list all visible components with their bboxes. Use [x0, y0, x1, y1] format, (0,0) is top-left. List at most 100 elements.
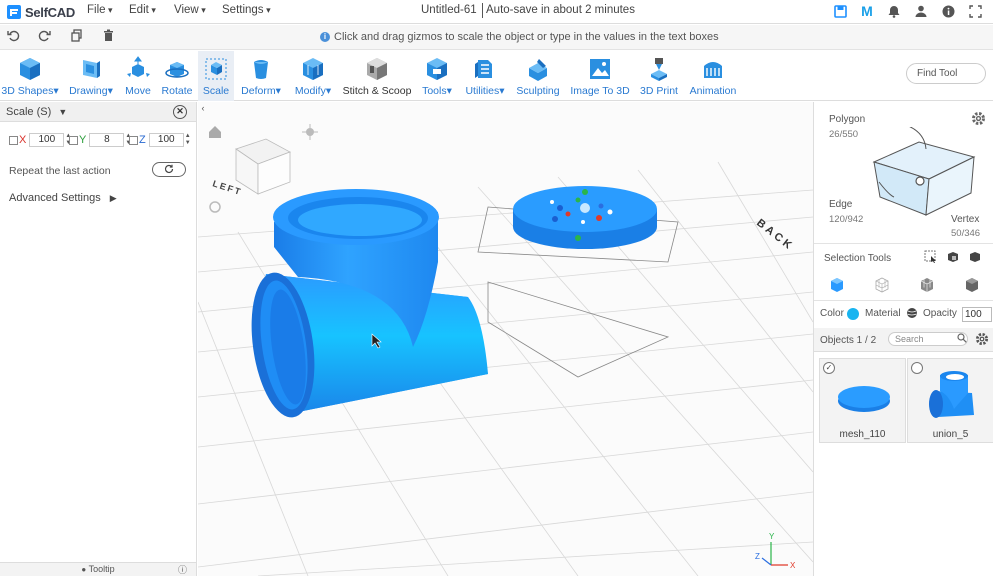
tool-stitch-scoop[interactable]: Stitch & Scoop — [342, 51, 412, 101]
user-icon[interactable] — [913, 3, 929, 19]
object-thumbnail — [929, 371, 974, 418]
collapse-left-panel-icon[interactable]: ‹ — [198, 103, 208, 117]
undo-icon[interactable] — [5, 29, 21, 45]
logo[interactable]: SelfCAD — [6, 3, 75, 21]
copy-icon[interactable] — [68, 29, 84, 45]
polygon-label[interactable]: Polygon — [829, 114, 865, 125]
focus-icon[interactable] — [209, 201, 221, 213]
title-separator — [482, 3, 483, 18]
tool-3d-print[interactable]: 3D Print — [637, 51, 681, 101]
view-cube[interactable]: LEFT — [211, 138, 291, 197]
tool-3d-shapes[interactable]: 3D Shapes▾ — [0, 51, 60, 101]
tool-label: 3D Shapes▾ — [1, 85, 59, 97]
chevron-down-icon[interactable]: ▼ — [58, 107, 67, 117]
objects-count: Objects 1 / 2 — [820, 335, 877, 346]
material-sphere-icon[interactable] — [906, 307, 918, 322]
object-select-checkbox[interactable]: ✓ — [823, 362, 835, 374]
object-card-union-5[interactable]: union_5 — [907, 358, 993, 443]
mesh-cube-icon[interactable] — [919, 277, 935, 293]
find-tool-input[interactable]: Find Tool — [906, 63, 986, 84]
menu-file[interactable]: File — [87, 4, 113, 16]
redo-icon[interactable] — [36, 29, 52, 45]
edge-count: 120/942 — [829, 214, 864, 225]
color-swatch[interactable] — [847, 308, 859, 320]
tool-move[interactable]: Move — [120, 51, 156, 101]
tooltip-bar[interactable]: ● Tooltip ⓘ — [0, 562, 196, 576]
menu-settings[interactable]: Settings — [222, 4, 271, 16]
object-select-checkbox[interactable] — [911, 362, 923, 374]
solid-cube-icon[interactable] — [964, 277, 980, 293]
close-icon[interactable]: ✕ — [173, 105, 187, 119]
tool-image-to-3d[interactable]: Image To 3D — [568, 51, 632, 101]
stitch-scoop-icon — [367, 58, 387, 80]
tool-sculpting[interactable]: Sculpting — [514, 51, 562, 101]
menu-edit[interactable]: Edit — [129, 4, 156, 16]
x-label: X — [19, 134, 27, 146]
tool-deform[interactable]: Deform▾ — [238, 51, 284, 101]
scene-canvas[interactable]: LEFT BACK Y X Z — [198, 102, 813, 576]
tool-label: Drawing▾ — [69, 85, 113, 97]
x-scale-input[interactable]: 100 — [29, 133, 65, 147]
tool-animation[interactable]: Animation — [686, 51, 740, 101]
tool-label: Move — [125, 85, 151, 97]
y-scale-input[interactable]: 8 — [89, 133, 125, 147]
z-spinner[interactable]: ▲ ▼ — [185, 133, 192, 147]
search-icon[interactable] — [957, 333, 967, 346]
select-similar-icon[interactable] — [946, 250, 959, 266]
printer-nozzle-icon — [651, 58, 667, 81]
tool-label: Sculpting — [516, 85, 560, 97]
object-card-mesh-110[interactable]: ✓ mesh_110 — [819, 358, 906, 443]
divider — [814, 243, 993, 244]
home-icon[interactable] — [209, 126, 221, 138]
trash-icon[interactable] — [100, 29, 116, 45]
edge-label[interactable]: Edge — [829, 199, 852, 210]
disc-object-mesh-110[interactable] — [513, 186, 657, 249]
advanced-settings[interactable]: Advanced Settings ▶ — [9, 192, 117, 204]
objects-settings-gear-icon[interactable] — [975, 332, 989, 349]
z-label: Z — [139, 134, 146, 146]
tooltip-info-icon[interactable]: ⓘ — [178, 564, 187, 577]
polygon-count: 26/550 — [829, 129, 859, 140]
fullscreen-icon[interactable] — [967, 3, 983, 19]
repeat-button[interactable] — [152, 162, 186, 177]
pipe-object-union-5[interactable] — [243, 189, 488, 421]
info-icon[interactable] — [940, 3, 956, 19]
tool-label: Tools▾ — [422, 85, 452, 97]
z-lock-checkbox[interactable] — [129, 135, 138, 145]
z-scale-input[interactable]: 100 — [148, 133, 184, 147]
vertex-label[interactable]: Vertex — [951, 214, 979, 225]
x-scale-control: X 100 ▲ ▼ — [9, 133, 72, 147]
bell-icon[interactable] — [886, 3, 902, 19]
scale-panel-header[interactable]: Scale (S) ▼ ✕ — [0, 102, 196, 122]
select-arrow-icon[interactable] — [924, 250, 937, 266]
action-bar: i Click and drag gizmos to scale the obj… — [0, 25, 993, 50]
move-icon — [127, 56, 150, 77]
select-all-icon[interactable] — [968, 250, 981, 266]
tool-tools[interactable]: Tools▾ — [418, 51, 456, 101]
material-label[interactable]: Material — [865, 308, 901, 319]
selection-mode-cube[interactable] — [864, 127, 984, 227]
document-title[interactable]: Untitled-61 — [421, 4, 477, 16]
image-icon — [590, 59, 610, 79]
hint-info-icon: i — [320, 32, 330, 42]
x-lock-checkbox[interactable] — [9, 135, 18, 145]
y-scale-control: Y 8 ▲ ▼ — [69, 133, 132, 147]
save-icon[interactable] — [832, 3, 848, 19]
opacity-label: Opacity — [923, 308, 957, 319]
3d-viewport[interactable]: LEFT BACK Y X Z — [198, 102, 813, 576]
magicavoxel-icon[interactable]: M — [859, 3, 875, 19]
tooltip-label: Tooltip — [88, 564, 115, 574]
tool-scale[interactable]: Scale — [198, 51, 234, 101]
wireframe-cube-icon[interactable] — [874, 277, 890, 293]
tool-utilities[interactable]: Utilities▾ — [462, 51, 508, 101]
opacity-input[interactable]: 100 — [962, 307, 992, 322]
orbit-center-icon[interactable] — [302, 124, 318, 140]
menu-view[interactable]: View — [174, 4, 206, 16]
objects-search-input[interactable]: Search — [888, 332, 968, 346]
tool-modify[interactable]: Modify▾ — [290, 51, 336, 101]
tool-rotate[interactable]: Rotate — [158, 51, 196, 101]
y-lock-checkbox[interactable] — [69, 135, 78, 145]
object-thumbnail — [838, 386, 890, 412]
object-select-cube-icon[interactable] — [829, 277, 845, 293]
tool-drawing[interactable]: Drawing▾ — [66, 51, 116, 101]
